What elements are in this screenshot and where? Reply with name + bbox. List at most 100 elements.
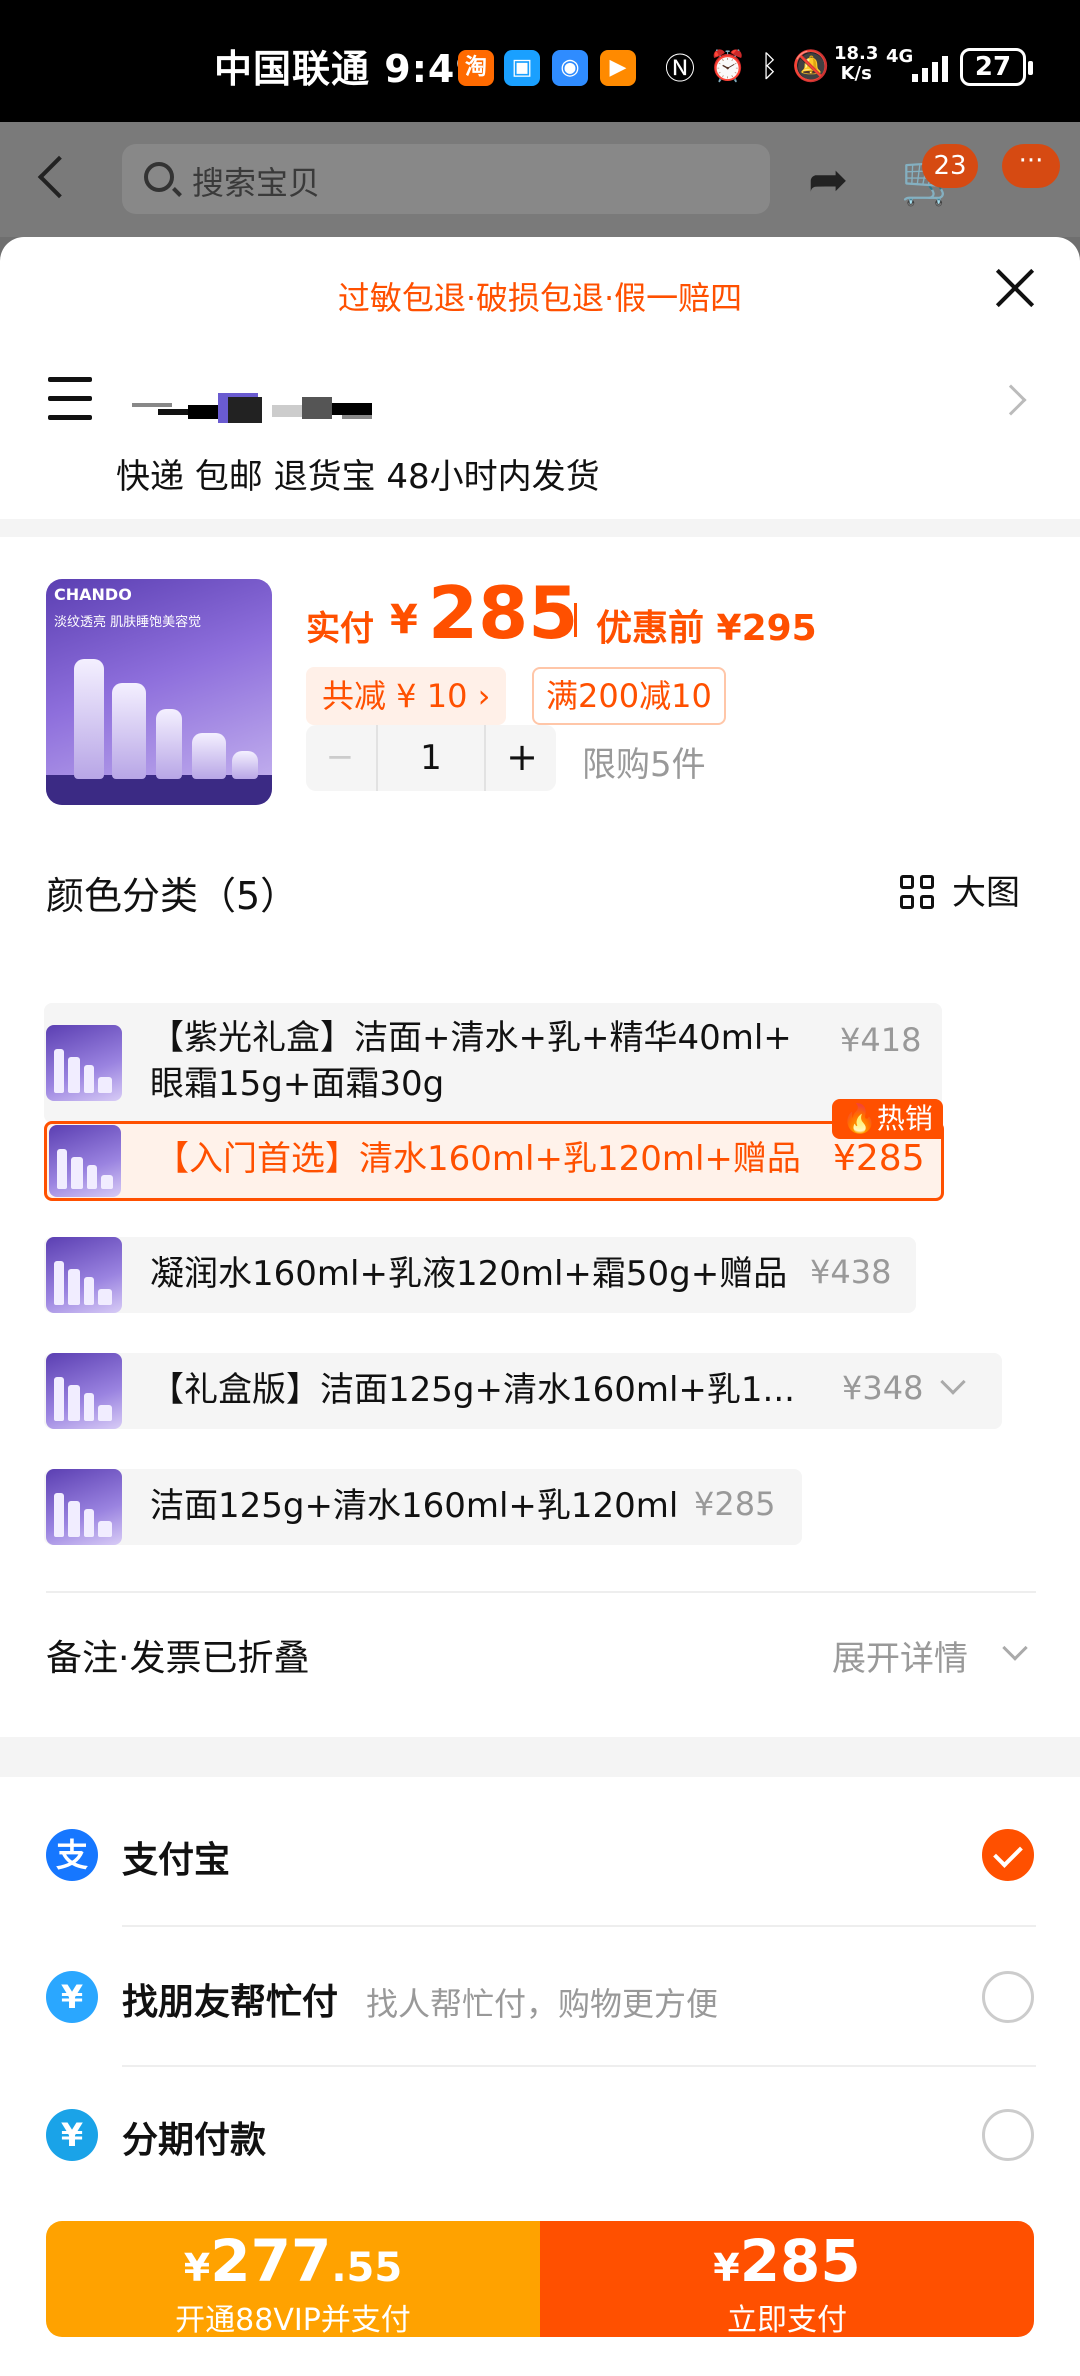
- option-thumbnail: [46, 1237, 122, 1313]
- expand-details-label: 展开详情: [832, 1639, 968, 1679]
- carrier-label: 中国联通: [214, 47, 371, 91]
- battery-icon: 27: [960, 48, 1033, 86]
- network-type: 4G: [886, 46, 914, 67]
- alipay-icon: 支: [46, 1829, 98, 1881]
- option-price: ¥418: [840, 1021, 922, 1059]
- pay-now-label: 立即支付: [727, 2303, 847, 2338]
- actual-price: 285: [428, 571, 579, 655]
- vip-pay-button[interactable]: ¥277.55 开通88VIP并支付: [46, 2221, 540, 2338]
- pay-now-price: ¥285: [540, 2227, 1034, 2295]
- option-label-line2: 眼霜15g+面霜30g: [150, 1064, 445, 1104]
- signal-icon: [912, 52, 948, 82]
- option-label: 凝润水160ml+乳液120ml+霜50g+赠品: [150, 1254, 788, 1294]
- options-title: 颜色分类（5）: [46, 874, 299, 918]
- bluetooth-icon: ᛒ: [760, 48, 779, 84]
- search-icon: [144, 162, 174, 192]
- option-price: ¥348: [842, 1369, 924, 1407]
- purchase-limit: 限购5件: [582, 745, 706, 785]
- share-icon[interactable]: ➦: [808, 152, 848, 208]
- status-bar: 中国联通 9:49 淘 ▣ ◉ ▶ Ⓝ ⏰ ᛒ 🔕 18.3 K/s 4G 27: [0, 0, 1080, 122]
- option-item-selected[interactable]: 【入门首选】清水160ml+乳120ml+赠品 ¥285: [44, 1121, 944, 1201]
- price-separator: [574, 603, 577, 637]
- coupon-badge: 满200减10: [532, 667, 726, 725]
- search-placeholder: 搜索宝贝: [192, 164, 321, 202]
- option-thumbnail: [49, 1125, 121, 1197]
- close-icon[interactable]: [988, 261, 1042, 315]
- option-label: 洁面125g+清水160ml+乳120ml: [150, 1486, 679, 1526]
- payment-label: 找朋友帮忙付: [122, 1982, 339, 2023]
- chevron-right-icon: [995, 384, 1027, 416]
- installment-icon: ¥: [46, 2109, 98, 2161]
- option-item[interactable]: 【紫光礼盒】洁面+清水+乳+精华40ml+ 眼霜15g+面霜30g ¥418: [44, 1003, 942, 1123]
- more-menu-button[interactable]: ···: [1002, 144, 1060, 188]
- alarm-icon: ⏰: [709, 48, 747, 84]
- option-item[interactable]: 【礼盒版】洁面125g+清水160ml+乳1... ¥348: [44, 1353, 1002, 1429]
- option-price: ¥285: [833, 1138, 925, 1179]
- top-nav: 搜索宝贝 ➦ 🛒 23 ···: [0, 122, 1080, 237]
- option-item[interactable]: 凝润水160ml+乳液120ml+霜50g+赠品 ¥438: [44, 1237, 916, 1313]
- quantity-value[interactable]: 1: [376, 725, 486, 791]
- section-divider: [0, 519, 1080, 537]
- option-thumbnail: [46, 1469, 122, 1545]
- cart-count-badge: 23: [922, 144, 978, 188]
- vip-currency: ¥: [183, 2246, 211, 2290]
- payment-label: 支付宝: [122, 1840, 231, 1881]
- vip-pay-label: 开通88VIP并支付: [175, 2303, 411, 2338]
- pay-now-currency: ¥: [713, 2246, 740, 2290]
- option-item[interactable]: 洁面125g+清水160ml+乳120ml ¥285: [44, 1469, 802, 1545]
- wallet-app-icon: ▣: [504, 50, 540, 86]
- chevron-down-icon: [1002, 1635, 1028, 1661]
- option-label: 【礼盒版】洁面125g+清水160ml+乳1...: [150, 1370, 795, 1410]
- grid-view-icon[interactable]: [900, 875, 936, 911]
- address-redacted: [132, 387, 392, 431]
- payment-sublabel: 找人帮忙付，购物更方便: [366, 1985, 719, 2023]
- pay-now-price-value: 285: [739, 2227, 861, 2295]
- option-thumbnail: [46, 1353, 122, 1429]
- search-input[interactable]: 搜索宝贝: [122, 144, 770, 214]
- payment-option-installment[interactable]: ¥ 分期付款: [0, 2065, 1080, 2205]
- taobao-app-icon: 淘: [458, 50, 494, 86]
- payment-option-alipay[interactable]: 支 支付宝: [0, 1785, 1080, 1925]
- address-row[interactable]: 快递 包邮 退货宝 48小时内发货: [0, 347, 1080, 507]
- payment-radio[interactable]: [982, 1971, 1034, 2023]
- pay-now-button[interactable]: ¥285 立即支付: [540, 2221, 1034, 2338]
- flame-icon: 🔥: [842, 1102, 877, 1135]
- status-icons: Ⓝ ⏰ ᛒ 🔕: [665, 44, 830, 88]
- address-menu-icon: [48, 377, 92, 434]
- chevron-down-icon[interactable]: [940, 1369, 966, 1395]
- quantity-minus-button[interactable]: −: [306, 725, 374, 791]
- option-label-line1: 【紫光礼盒】洁面+清水+乳+精华40ml+: [150, 1018, 792, 1058]
- back-arrow-icon[interactable]: [37, 155, 81, 199]
- option-label: 【入门首选】清水160ml+乳120ml+赠品: [155, 1139, 801, 1179]
- product-image-ground: [46, 775, 272, 805]
- price-before-discount: 优惠前 ¥295: [596, 608, 817, 649]
- payment-label: 分期付款: [122, 2120, 267, 2161]
- mute-icon: 🔕: [792, 48, 830, 84]
- browser-app-icon: ◉: [552, 50, 588, 86]
- video-app-icon: ▶: [600, 50, 636, 86]
- option-price: ¥438: [810, 1253, 892, 1291]
- net-speed-unit: K/s: [840, 63, 872, 84]
- vip-price-dec: .55: [331, 2245, 403, 2291]
- section-divider: [0, 1737, 1080, 1777]
- actual-pay-label: 实付: [306, 609, 374, 649]
- product-image-brand: CHANDO: [54, 585, 132, 604]
- option-thumbnail: [46, 1025, 122, 1101]
- quantity-plus-button[interactable]: +: [488, 725, 556, 791]
- vip-price-int: 277: [210, 2227, 332, 2295]
- big-view-toggle[interactable]: 大图: [952, 865, 1020, 914]
- friend-pay-icon: ¥: [46, 1971, 98, 2023]
- vip-price: ¥277.55: [46, 2227, 540, 2295]
- discount-total-button[interactable]: 共减 ¥ 10 ›: [306, 667, 507, 725]
- payment-radio-selected[interactable]: [982, 1829, 1034, 1881]
- delivery-info: 快递 包邮 退货宝 48小时内发货: [116, 457, 600, 497]
- payment-radio[interactable]: [982, 2109, 1034, 2161]
- hot-sale-label: 热销: [876, 1102, 933, 1135]
- sku-selection-sheet: 过敏包退·破损包退·假一赔四 快递 包邮 退货宝 48小时内发货 CHANDO …: [0, 237, 1080, 2376]
- net-speed-value: 18.3: [834, 43, 879, 64]
- net-speed: 18.3 K/s: [834, 44, 878, 84]
- payment-option-friend[interactable]: ¥ 找朋友帮忙付 找人帮忙付，购物更方便: [0, 1927, 1080, 2067]
- expand-details-button[interactable]: 展开详情: [832, 1631, 1028, 1680]
- product-image[interactable]: CHANDO 淡纹透亮 肌肤睡饱美容觉: [46, 579, 272, 805]
- nfc-icon: Ⓝ: [665, 52, 695, 87]
